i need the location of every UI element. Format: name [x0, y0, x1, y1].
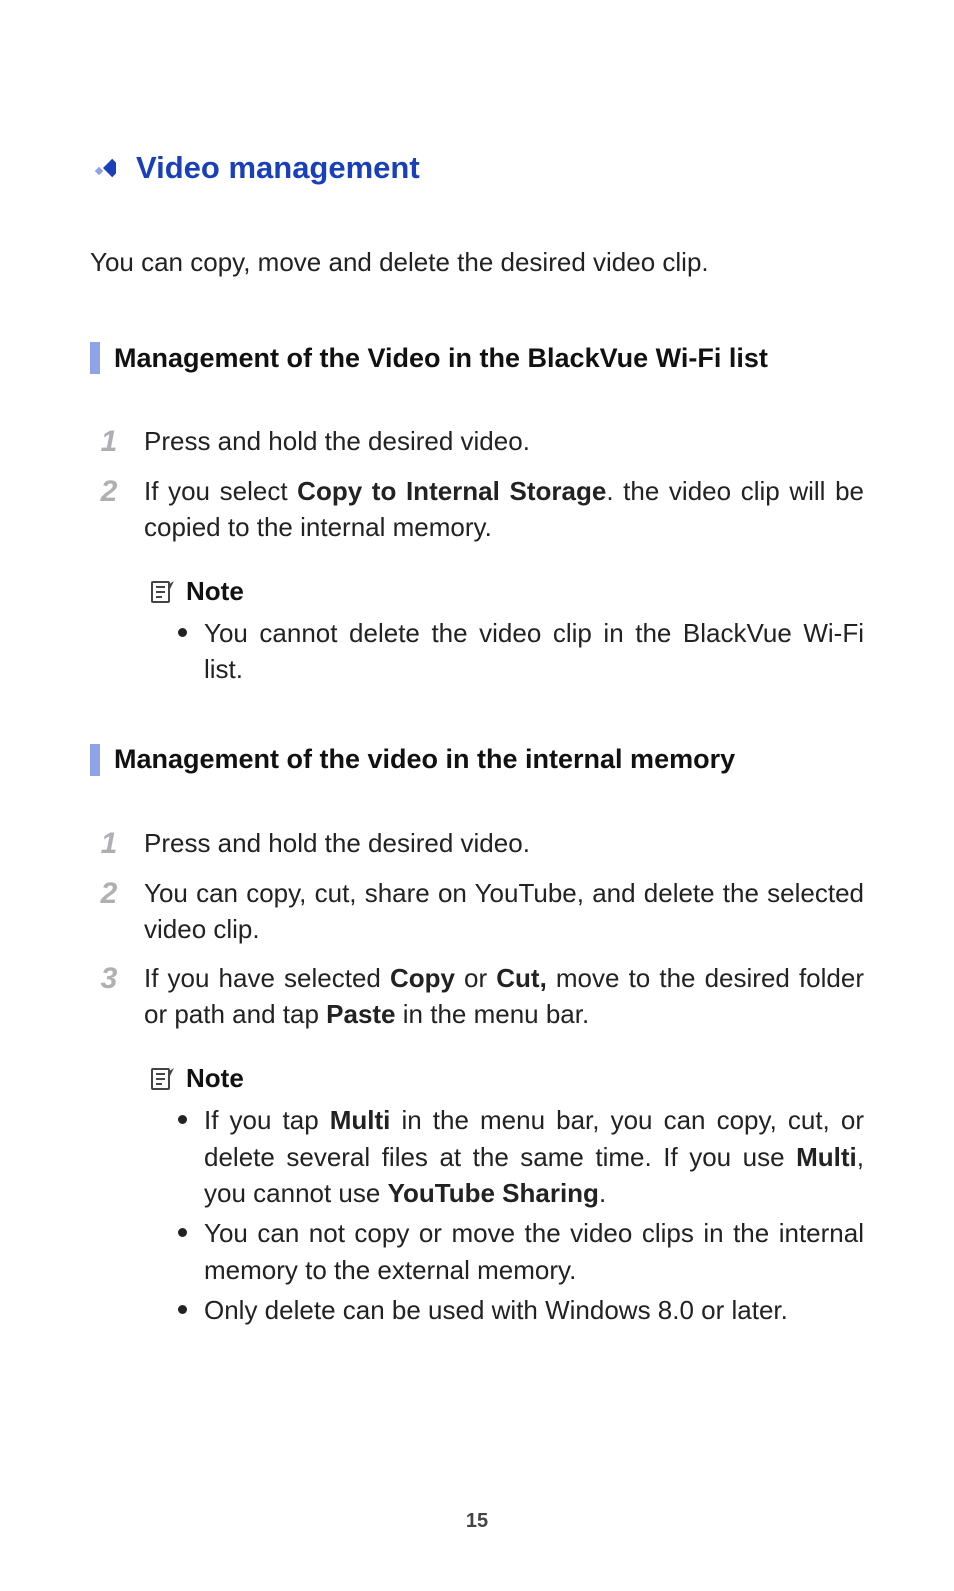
note-item: You cannot delete the video clip in the … — [178, 615, 864, 688]
note-block: Note If you tap Multi in the menu bar, y… — [150, 1063, 864, 1328]
section-heading-row: Video management — [90, 150, 864, 186]
note-list: If you tap Multi in the menu bar, you ca… — [150, 1102, 864, 1328]
subsection-bar-icon — [90, 744, 100, 776]
text-fragment: If you have selected — [144, 963, 390, 993]
subsection-heading-row: Management of the video in the internal … — [90, 744, 864, 776]
bold-fragment: Paste — [326, 999, 395, 1029]
step-number: 1 — [96, 826, 122, 862]
section-heading: Video management — [136, 150, 420, 186]
document-page: Video management You can copy, move and … — [0, 0, 954, 1591]
note-item: If you tap Multi in the menu bar, you ca… — [178, 1102, 864, 1211]
text-fragment: . — [599, 1178, 606, 1208]
step-text: You can copy, cut, share on YouTube, and… — [144, 876, 864, 948]
step-number: 2 — [96, 474, 122, 510]
text-fragment: in the menu bar. — [396, 999, 590, 1029]
note-block: Note You cannot delete the video clip in… — [150, 576, 864, 688]
step-item: 2 You can copy, cut, share on YouTube, a… — [96, 876, 864, 948]
note-label: Note — [186, 576, 244, 607]
note-item: Only delete can be used with Windows 8.0… — [178, 1292, 864, 1328]
page-number: 15 — [0, 1510, 954, 1533]
step-number: 3 — [96, 961, 122, 997]
bold-fragment: Multi — [330, 1105, 391, 1135]
note-heading-row: Note — [150, 1063, 864, 1094]
step-item: 1 Press and hold the desired video. — [96, 424, 864, 460]
bold-fragment: Copy — [390, 963, 455, 993]
text-fragment: If you select — [144, 476, 297, 506]
diamond-icon — [90, 155, 116, 181]
note-heading-row: Note — [150, 576, 864, 607]
subsection-bar-icon — [90, 342, 100, 374]
intro-paragraph: You can copy, move and delete the desire… — [90, 244, 864, 280]
note-icon — [150, 1066, 176, 1092]
step-text: Press and hold the desired video. — [144, 826, 864, 862]
step-text: Press and hold the desired video. — [144, 424, 864, 460]
note-label: Note — [186, 1063, 244, 1094]
bold-fragment: Copy to Internal Storage — [297, 476, 606, 506]
subsection-heading: Management of the video in the internal … — [114, 744, 735, 775]
text-fragment: If you tap — [204, 1105, 330, 1135]
text-fragment: or — [455, 963, 496, 993]
bold-fragment: Multi — [796, 1142, 857, 1172]
steps-list: 1 Press and hold the desired video. 2 Yo… — [96, 826, 864, 1329]
step-item: 1 Press and hold the desired video. — [96, 826, 864, 862]
bold-fragment: YouTube Sharing — [388, 1178, 599, 1208]
note-item: You can not copy or move the video clips… — [178, 1215, 864, 1288]
step-number: 1 — [96, 424, 122, 460]
step-item: 2 If you select Copy to Internal Storage… — [96, 474, 864, 546]
steps-list: 1 Press and hold the desired video. 2 If… — [96, 424, 864, 687]
step-item: 3 If you have selected Copy or Cut, move… — [96, 961, 864, 1033]
step-number: 2 — [96, 876, 122, 912]
step-text: If you select Copy to Internal Storage. … — [144, 474, 864, 546]
note-list: You cannot delete the video clip in the … — [150, 615, 864, 688]
note-icon — [150, 579, 176, 605]
bold-fragment: Cut, — [496, 963, 547, 993]
subsection-heading: Management of the Video in the BlackVue … — [114, 343, 768, 374]
subsection-heading-row: Management of the Video in the BlackVue … — [90, 342, 864, 374]
step-text: If you have selected Copy or Cut, move t… — [144, 961, 864, 1033]
